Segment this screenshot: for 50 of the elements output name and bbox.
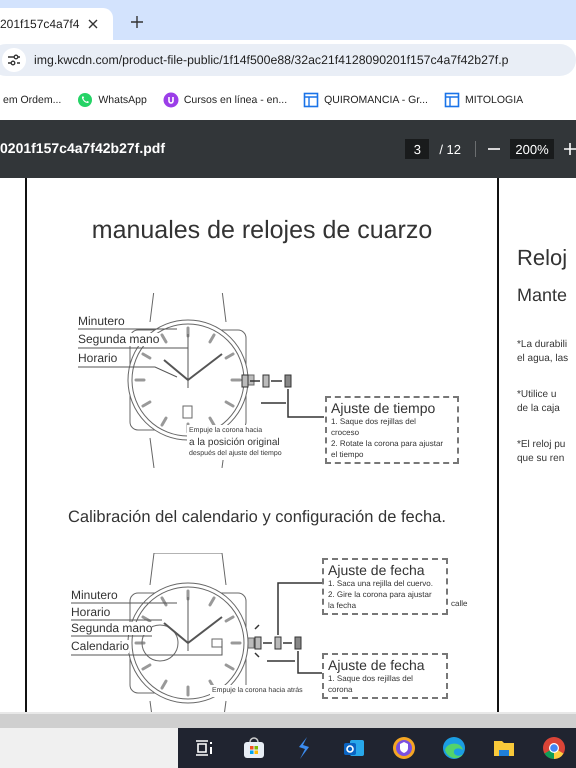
bookmark[interactable]: em Ordem...	[3, 94, 62, 106]
paragraph: *La durabili el agua, las	[517, 338, 570, 366]
page-count: / 12	[439, 142, 461, 156]
instruction-text: 1. Saca una rejilla del cuervo.	[328, 578, 434, 589]
paragraph: *El reloj pu que su ren	[517, 438, 566, 466]
site-settings-icon[interactable]	[2, 48, 26, 72]
store-bag-icon[interactable]	[242, 736, 266, 760]
instruction-text: croceso	[331, 427, 360, 438]
box-title: Ajuste de fecha	[328, 657, 426, 673]
watch-part-label: Horario	[71, 606, 110, 619]
watch-part-label: Minutero	[71, 589, 118, 602]
watch-part-label: Segunda mano	[71, 622, 152, 635]
page-title: Reloj	[517, 245, 568, 271]
box-title: Ajuste de fecha	[328, 562, 426, 578]
zoom-field[interactable]: 200%	[510, 139, 554, 159]
instruction-text: 2. Gire la corona para ajustar	[328, 589, 433, 600]
page-number-field[interactable]: 3	[405, 139, 430, 159]
file-name: 0201f157c4a7f42b27f.pdf	[0, 140, 166, 158]
instruction-text: la fecha	[328, 600, 358, 611]
chat-bubble-icon	[77, 92, 94, 108]
address-bar[interactable]: img.kwcdn.com/product-file-public/1f14f500e88/32ac21f4128090201f157c4a7f42b27f.p	[0, 44, 576, 76]
instruction-text: el tiempo	[331, 449, 364, 460]
bookmark[interactable]: MITOLOGIA	[444, 92, 524, 108]
bookmark[interactable]: WhatsApp	[77, 92, 147, 108]
watch-part-label: Segunda mano	[78, 333, 160, 346]
side-note: calle	[451, 599, 468, 609]
horizontal-scrollbar[interactable]	[0, 712, 576, 728]
zoom-in-icon[interactable]	[564, 143, 576, 155]
page-title: manuales de relojes de cuarzo	[90, 216, 434, 245]
close-icon[interactable]	[88, 19, 98, 29]
box-title: Ajuste de tiempo	[331, 400, 436, 416]
instruction-text: 1. Saque dos rejillas del	[331, 416, 417, 427]
instruction-text: 2. Rotate la corona para ajustar	[331, 438, 444, 449]
section-heading: Calibración del calendario y configuración de fecha.	[68, 508, 447, 527]
circle-logo-icon	[162, 92, 179, 108]
instruction-text: corona	[328, 684, 354, 695]
watch-part-label: Calendario	[71, 640, 130, 653]
bookmark[interactable]: Cursos en línea - en...	[162, 92, 288, 108]
section-heading: Mante	[517, 285, 568, 306]
bookmark[interactable]: QUIROMANCIA - Gr...	[303, 92, 428, 108]
shield-lock-icon[interactable]	[392, 736, 416, 760]
instruction-text: 1. Saque dos rejillas del	[328, 673, 414, 684]
document-icon	[303, 92, 320, 108]
browser-tab[interactable]: 201f157c4a7f4	[0, 8, 113, 40]
watch-part-label: Horario	[78, 352, 118, 365]
paragraph: *Utilice u de la caja	[517, 388, 561, 416]
chrome-icon[interactable]	[542, 736, 566, 760]
browser-wave-icon[interactable]	[442, 736, 466, 760]
document-icon	[444, 92, 460, 108]
watch-part-label: Minutero	[78, 315, 125, 328]
